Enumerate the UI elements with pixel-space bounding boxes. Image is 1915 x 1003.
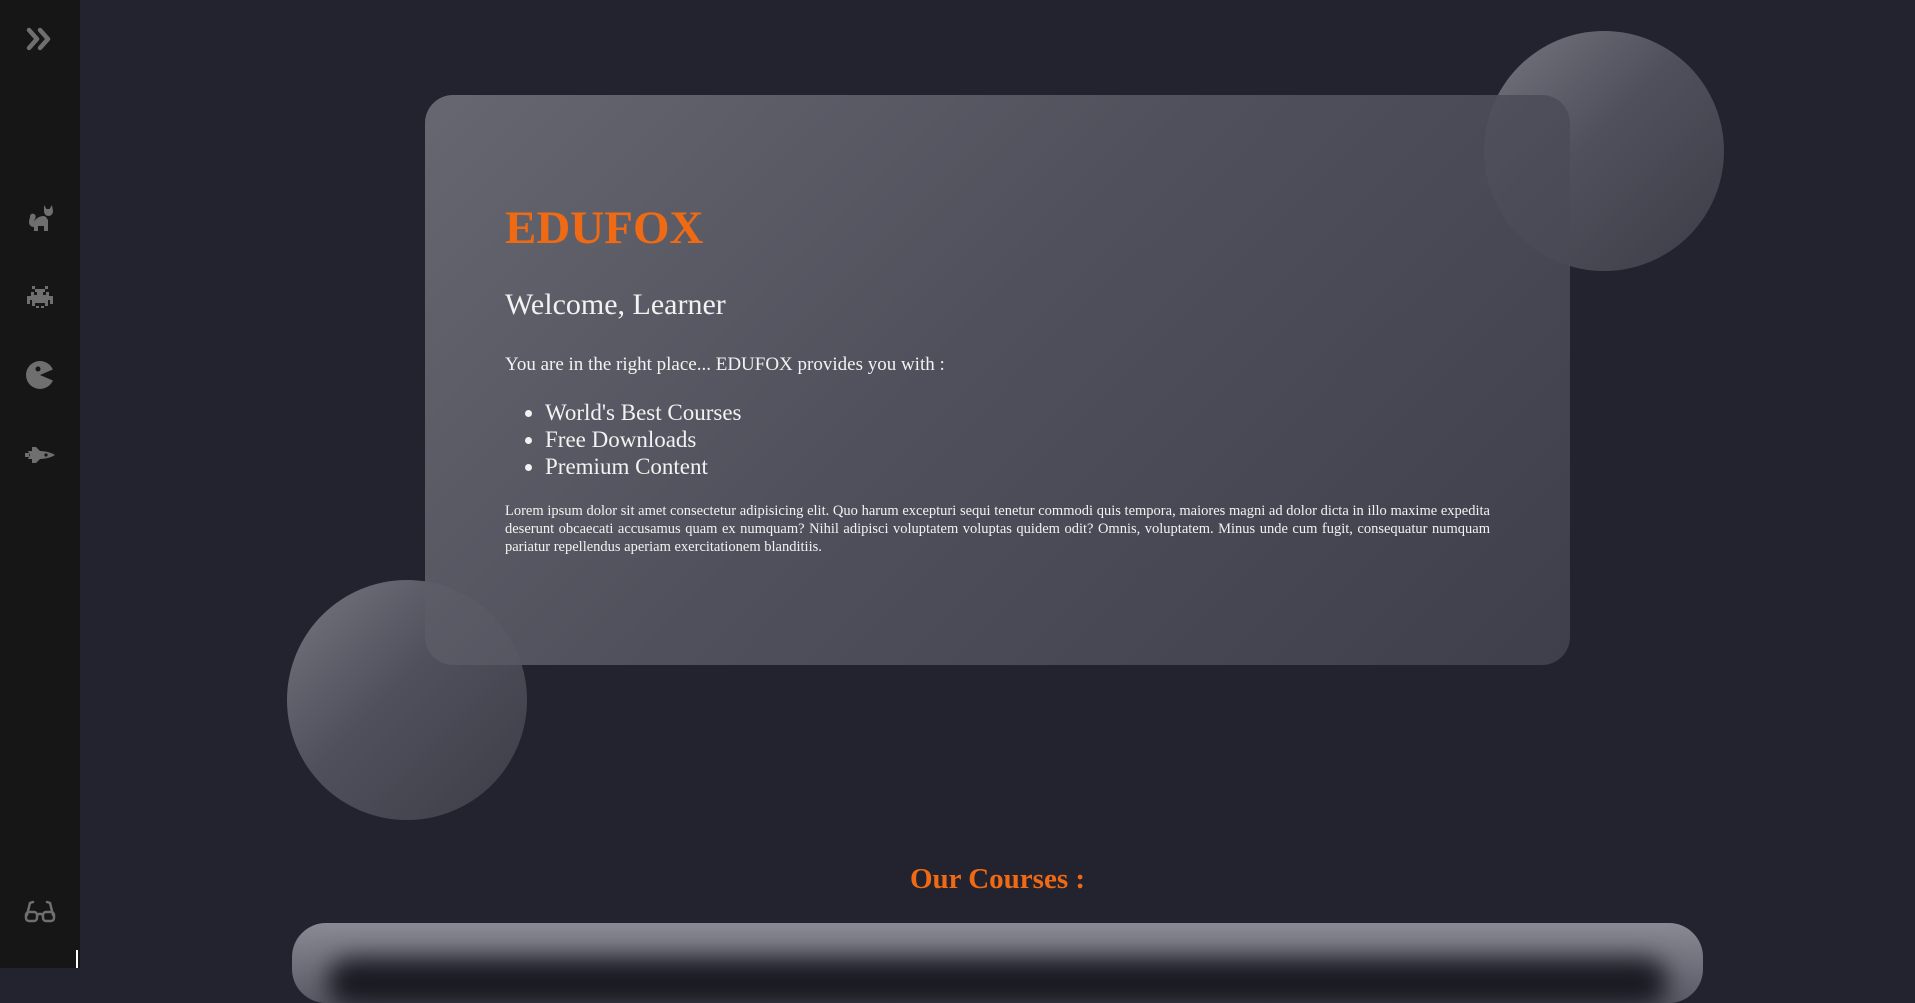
intro-text: You are in the right place... EDUFOX pro… xyxy=(505,354,945,375)
feature-item: Premium Content xyxy=(545,453,1490,480)
cat-icon xyxy=(29,205,53,231)
space-shuttle-icon xyxy=(25,447,55,463)
nav-item-space-invader[interactable] xyxy=(20,276,60,316)
glasses-icon xyxy=(24,900,56,923)
courses-heading: Our Courses : xyxy=(909,863,1086,895)
nav-item-glasses[interactable] xyxy=(20,891,60,931)
courses-panel-shadow xyxy=(327,958,1668,1003)
feature-item: World's Best Courses xyxy=(545,399,1490,426)
space-invader-icon xyxy=(27,286,53,308)
double-chevron-right-icon xyxy=(26,27,51,51)
hero-card: EDUFOX Welcome, Learner You are in the r… xyxy=(425,95,1570,665)
brand-title: EDUFOX xyxy=(505,202,704,254)
nav-item-cat[interactable] xyxy=(20,197,60,237)
feature-item: Free Downloads xyxy=(545,426,1490,453)
nav-item-pacman[interactable] xyxy=(20,355,60,395)
courses-panel xyxy=(292,923,1703,1003)
expand-sidebar-button[interactable] xyxy=(20,19,60,59)
nav-item-space-shuttle[interactable] xyxy=(20,435,60,475)
welcome-heading: Welcome, Learner xyxy=(505,288,726,321)
pacman-ghost-icon xyxy=(26,361,54,389)
text-cursor xyxy=(76,950,78,968)
features-list: World's Best Courses Free Downloads Prem… xyxy=(505,399,1490,480)
description-text: Lorem ipsum dolor sit amet consectetur a… xyxy=(505,502,1490,555)
sidebar xyxy=(0,0,80,968)
